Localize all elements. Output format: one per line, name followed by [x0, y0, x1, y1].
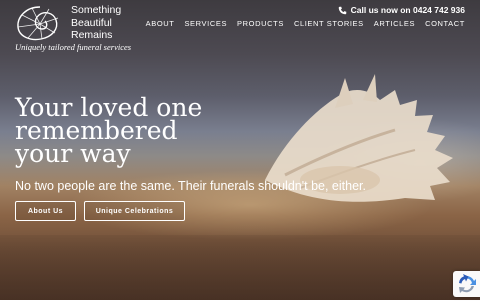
main-nav: ABOUT SERVICES PRODUCTS CLIENT STORIES A… [146, 19, 465, 28]
brand-logo[interactable]: Something Beautiful Remains Uniquely tai… [14, 4, 134, 54]
brand-name: Something Beautiful Remains [71, 4, 141, 42]
brand-tagline: Uniquely tailored funeral services [15, 42, 132, 52]
nav-client-stories[interactable]: CLIENT STORIES [294, 19, 364, 28]
nav-products[interactable]: PRODUCTS [237, 19, 284, 28]
about-us-button[interactable]: About Us [15, 201, 76, 221]
nav-about[interactable]: ABOUT [146, 19, 175, 28]
headline-line: your way [15, 139, 131, 168]
hero-headline: Your loved one remembered your way [15, 95, 275, 168]
sand-shading [0, 235, 480, 300]
phone-icon [338, 6, 346, 14]
brand-name-line: Beautiful [71, 16, 112, 29]
nav-contact[interactable]: CONTACT [425, 19, 465, 28]
seashell-image [265, 74, 453, 202]
brand-name-line: Something [71, 4, 122, 16]
call-link[interactable]: Call us now on 0424 742 936 [338, 5, 465, 15]
hero-subheading: No two people are the same. Their funera… [15, 179, 366, 193]
recaptcha-icon [459, 274, 476, 293]
call-text: Call us now on 0424 742 936 [350, 5, 465, 15]
recaptcha-badge[interactable] [453, 271, 480, 297]
nav-services[interactable]: SERVICES [184, 19, 227, 28]
brand-name-line: Remains [71, 29, 113, 41]
nautilus-shell-logo [17, 6, 59, 41]
unique-celebrations-button[interactable]: Unique Celebrations [84, 201, 185, 221]
nav-articles[interactable]: ARTICLES [374, 19, 415, 28]
